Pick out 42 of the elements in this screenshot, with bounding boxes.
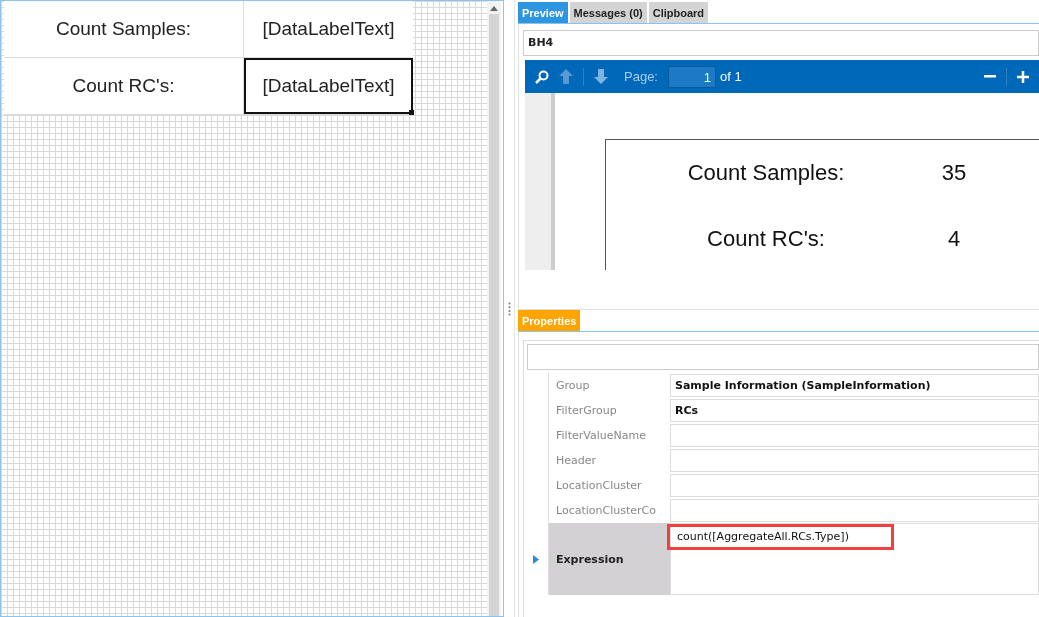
property-name[interactable]: LocationCluster [548, 473, 670, 498]
property-value-field[interactable] [670, 424, 1039, 447]
scrollbar[interactable] [487, 1, 501, 616]
property-value-field[interactable]: RCs [670, 399, 1039, 422]
property-value-field[interactable] [670, 474, 1039, 497]
tab[interactable]: Messages (0) [569, 2, 647, 23]
splitter-grip-icon[interactable] [507, 301, 511, 316]
label-cell: Count RC's: [4, 58, 244, 114]
scrollbar-thumb[interactable] [489, 14, 499, 616]
page-label: Page: [624, 69, 658, 84]
property-value: Sample Information (SampleInformation) [675, 379, 931, 392]
preview-label: Count RC's: [706, 226, 826, 252]
resize-handle[interactable] [409, 110, 414, 115]
preview-label: Count Samples: [686, 160, 846, 186]
property-value-field[interactable]: count([AggregateAll.RCs.Type]) [670, 523, 1039, 595]
property-name[interactable]: Header [548, 448, 670, 473]
zoom-in-icon[interactable] [1017, 70, 1029, 83]
data-label-cell[interactable]: [DataLabelText] [244, 58, 413, 114]
preview-value: 35 [940, 160, 968, 186]
property-value: RCs [675, 404, 699, 417]
property-value: count([AggregateAll.RCs.Type]) [667, 524, 894, 550]
property-value-field[interactable] [670, 449, 1039, 472]
report-name-field[interactable]: BH4 [523, 30, 1039, 56]
property-value-field[interactable]: Sample Information (SampleInformation) [670, 374, 1039, 397]
data-label-cell[interactable]: [DataLabelText] [244, 1, 413, 57]
arrow-down-icon[interactable] [594, 69, 608, 84]
property-search-field[interactable] [527, 344, 1039, 370]
arrow-up-icon[interactable] [559, 69, 573, 84]
scroll-up-icon[interactable] [490, 6, 498, 11]
search-icon[interactable] [535, 69, 549, 84]
zoom-out-icon[interactable] [984, 75, 996, 78]
property-name[interactable]: FilterGroup [548, 398, 670, 423]
page-count: of 1 [720, 69, 742, 84]
property-name[interactable]: FilterValueName [548, 423, 670, 448]
caret-icon [533, 554, 539, 564]
property-name[interactable]: Group [548, 373, 670, 398]
page-number-field[interactable]: 1 [668, 65, 716, 88]
property-value-field[interactable] [670, 499, 1039, 522]
tab[interactable]: Clipboard [648, 2, 709, 23]
property-name[interactable]: Expression [548, 523, 670, 595]
preview-value: 4 [946, 226, 962, 252]
label-cell: Count Samples: [4, 1, 244, 57]
